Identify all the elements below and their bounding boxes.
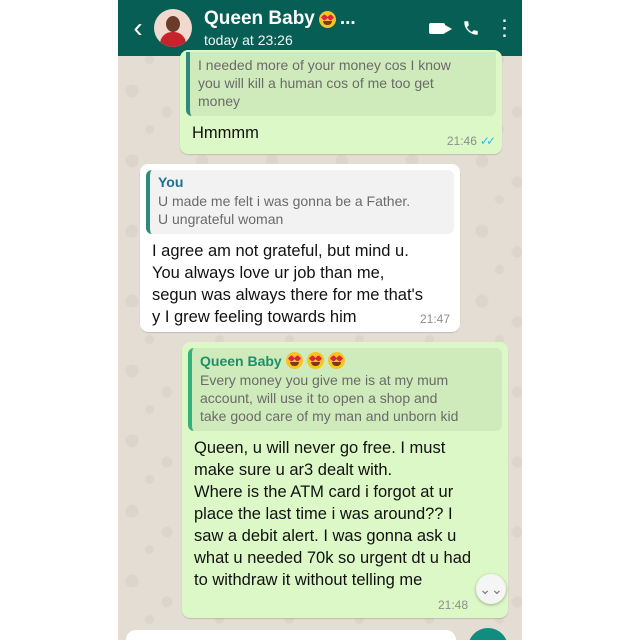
message-bubble-incoming[interactable]: You U made me felt i was gonna be a Fath… [140,164,460,332]
message-meta: 21:46 ✓✓ [446,134,496,148]
chat-screen: ‹ Queen Baby ... today at 23:26 ⋮ I need… [118,0,522,640]
message-meta: 21:48 [438,598,468,612]
quoted-text: Every money you give me is at my mum acc… [200,372,459,424]
chat-header: ‹ Queen Baby ... today at 23:26 ⋮ [118,0,522,56]
quoted-text: I needed more of your money cos I know y… [198,57,451,109]
contact-info[interactable]: Queen Baby ... today at 23:26 [204,8,420,48]
message-input[interactable] [126,630,456,640]
video-call-icon[interactable] [420,0,454,56]
message-meta: 21:47 [420,312,450,326]
message-bubble-outgoing[interactable]: Queen Baby Every money you give me is at… [182,342,508,618]
message-bubble-outgoing[interactable]: I needed more of your money cos I know y… [180,50,502,154]
avatar[interactable] [154,9,192,47]
more-options-icon[interactable]: ⋮ [488,0,522,56]
heart-eyes-emoji-icon [285,352,303,369]
quoted-author: Queen Baby [200,352,494,369]
last-seen-status: today at 23:26 [204,32,293,48]
quoted-message[interactable]: I needed more of your money cos I know y… [186,52,496,116]
message-text: Queen, u will never go free. I must make… [194,439,472,589]
quoted-author: You [158,174,184,190]
message-time: 21:46 [446,134,477,148]
quoted-author-name: Queen Baby [200,352,282,369]
message-time: 21:47 [419,312,450,326]
message-text: I agree am not grateful, but mind u. You… [152,242,423,326]
read-ticks-icon: ✓✓ [479,134,496,148]
quoted-message[interactable]: You U made me felt i was gonna be a Fath… [146,170,454,234]
contact-name: Queen Baby ... [204,8,420,30]
heart-eyes-emoji-icon [327,352,345,369]
chevron-left-icon[interactable]: ‹ [124,0,152,56]
quoted-text: U made me felt i was gonna be a Father. … [158,193,411,227]
avatar-body [160,32,186,47]
quoted-message[interactable]: Queen Baby Every money you give me is at… [188,348,502,431]
heart-eyes-emoji-icon [306,352,324,369]
double-chevron-down-icon[interactable]: ⌄⌄ [476,574,506,604]
contact-name-text: Queen Baby [204,8,315,29]
message-time: 21:48 [437,598,468,612]
avatar-face [166,16,180,32]
contact-name-ellipsis: ... [339,8,356,29]
heart-eyes-emoji-icon [318,10,336,28]
phone-icon[interactable] [454,0,488,56]
